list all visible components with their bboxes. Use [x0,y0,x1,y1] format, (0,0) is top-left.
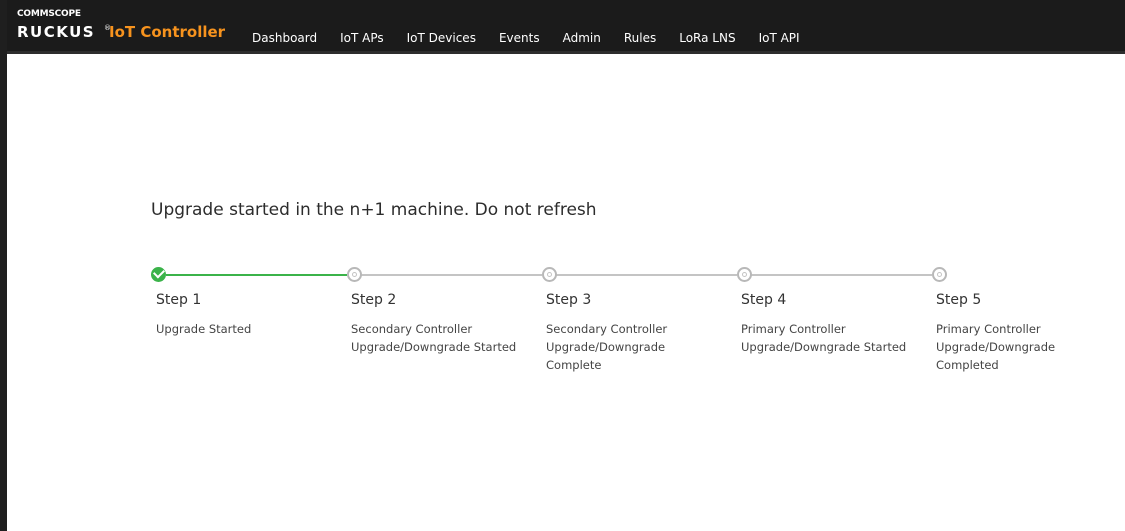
step-5-pending-icon [932,267,947,282]
nav-item-lora-lns[interactable]: LoRa LNS [679,31,735,45]
step-4-title: Step 4 [741,292,787,308]
step-2-title: Step 2 [351,292,397,308]
nav-item-events[interactable]: Events [499,31,540,45]
top-navigation-bar: COMMSCOPE RUCKUS ® IoT Controller Dashbo… [7,0,1125,54]
product-name: IoT Controller [109,23,226,41]
nav-item-admin[interactable]: Admin [563,31,601,45]
step-3-title: Step 3 [546,292,592,308]
main-content: Upgrade started in the n+1 machine. Do n… [14,54,1123,531]
upgrade-stepper: Step 1 Upgrade Started Step 2 Secondary … [14,54,1123,531]
commscope-logo: COMMSCOPE [17,9,81,19]
nav-item-iot-devices[interactable]: IoT Devices [407,31,476,45]
step-1-complete-icon [151,266,166,282]
main-nav: Dashboard IoT APs IoT Devices Events Adm… [252,31,800,45]
step-5-title: Step 5 [936,292,982,308]
step-connector-3-4 [556,274,737,276]
step-connector-2-3 [361,274,542,276]
nav-item-rules[interactable]: Rules [624,31,656,45]
nav-item-iot-api[interactable]: IoT API [759,31,800,45]
step-connector-1-2 [166,274,347,276]
step-connector-4-5 [751,274,932,276]
checkmark-icon [152,266,166,279]
nav-item-dashboard[interactable]: Dashboard [252,31,317,45]
app-frame: COMMSCOPE RUCKUS ® IoT Controller Dashbo… [0,0,1125,531]
step-5-description: Primary Controller Upgrade/Downgrade Com… [936,322,1056,372]
step-2-description: Secondary Controller Upgrade/Downgrade S… [351,322,517,354]
step-2-pending-icon [347,267,362,282]
step-4-pending-icon [737,267,752,282]
ruckus-wordmark: RUCKUS [17,23,96,41]
step-1-description: Upgrade Started [156,322,252,336]
step-3-description: Secondary Controller Upgrade/Downgrade C… [546,322,668,372]
step-4-description: Primary Controller Upgrade/Downgrade Sta… [741,322,907,354]
step-1-title: Step 1 [156,292,202,308]
step-3-pending-icon [542,267,557,282]
nav-item-iot-aps[interactable]: IoT APs [340,31,384,45]
